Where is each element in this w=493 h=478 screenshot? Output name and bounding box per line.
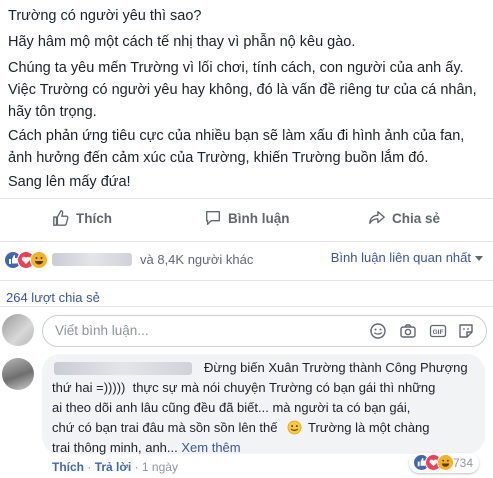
divider [0,306,493,307]
comment-sort-dropdown[interactable]: Bình luận liên quan nhất [331,250,471,265]
post-text-line: Trường có người yêu thì sao? [8,8,202,24]
share-button[interactable]: Chia sẻ [368,209,440,227]
like-button[interactable]: Thích [52,209,112,227]
divider [0,280,493,281]
commenter-avatar[interactable] [2,358,34,390]
comment-reaction-count: 734 [452,456,473,470]
share-label: Chia sẻ [392,210,441,226]
svg-text:GIF: GIF [433,329,444,336]
comment-like-link[interactable]: Thích [52,460,84,474]
comment-button[interactable]: Bình luận [204,209,290,227]
comment-text-line: Trường là một chàng [308,420,430,435]
comment-input-placeholder: Viết bình luận... [55,323,149,338]
emoji-icon[interactable] [369,322,387,340]
comment-last-line: trai thông minh, anh... [52,440,178,455]
see-more-link[interactable]: Xem thêm [181,440,240,455]
comment-reply-link[interactable]: Trả lời [95,460,132,474]
comment-label: Bình luận [228,210,290,226]
post-text-line: Hãy hâm mộ một cách tế nhị thay vì phẫn … [8,34,356,50]
comment-icon [206,211,220,225]
share-icon [369,211,385,225]
post-text-line: ảnh hưởng đến cảm xúc của Trường, khiến … [8,150,429,166]
blurred-commenter-name[interactable] [54,362,192,375]
smile-emoji-icon [287,420,302,435]
share-count-link[interactable]: 264 lượt chia sẻ [6,290,100,305]
post-actions: Thích Bình luận Chia sẻ [0,198,493,242]
reaction-others: và 8,4K người khác [140,252,254,267]
haha-reaction-icon [436,454,454,471]
sticker-icon[interactable] [457,322,475,340]
post-text-line: Việc Trường có người yêu hay không, đó l… [8,82,477,98]
haha-reaction-icon [30,251,48,269]
comment-bubble: Đừng biến Xuân Trường thành Công Phượng … [42,354,485,455]
dot-separator: · [87,460,95,474]
chevron-down-icon[interactable] [475,256,483,261]
comment-text-line: trai thông minh, anh... Xem thêm [52,438,241,458]
gif-icon[interactable]: GIF [429,322,447,340]
post-text-line: Cách phản ứng tiêu cực của nhiều bạn sẽ … [8,128,465,144]
reaction-summary[interactable]: và 8,4K người khác Bình luận liên quan n… [0,246,493,272]
comment-text-line: thứ hai =))))) thực sự mà nói chuyện Trư… [52,380,436,395]
comment-timestamp[interactable]: 1 ngày [142,460,178,474]
post-text-line: Sang lên mấy đứa! [8,174,131,190]
post-text-line: Chúng ta yêu mến Trường vì lối chơi, tín… [8,60,464,76]
like-label: Thích [76,210,112,226]
blurred-names [52,253,132,266]
comment-reactions[interactable]: 734 [408,453,479,473]
comment-text-line: Đừng biến Xuân Trường thành Công Phượng [204,360,468,375]
comment-footer: Thích · Trả lời · 1 ngày [52,460,178,474]
thumbs-up-icon [53,210,69,226]
comment-text-line: chứ có bạn trai đâu mà sồn sồn lên thế [52,420,278,435]
comment-input[interactable]: Viết bình luận... GIF [42,315,487,347]
camera-icon[interactable] [399,322,417,340]
dot-separator: · [134,460,142,474]
post-text-line: hãy tôn trọng. [8,104,97,120]
current-user-avatar[interactable] [2,314,34,346]
comment-text-line: ai theo dõi anh lâu cũng đều đã biết... … [52,400,411,415]
